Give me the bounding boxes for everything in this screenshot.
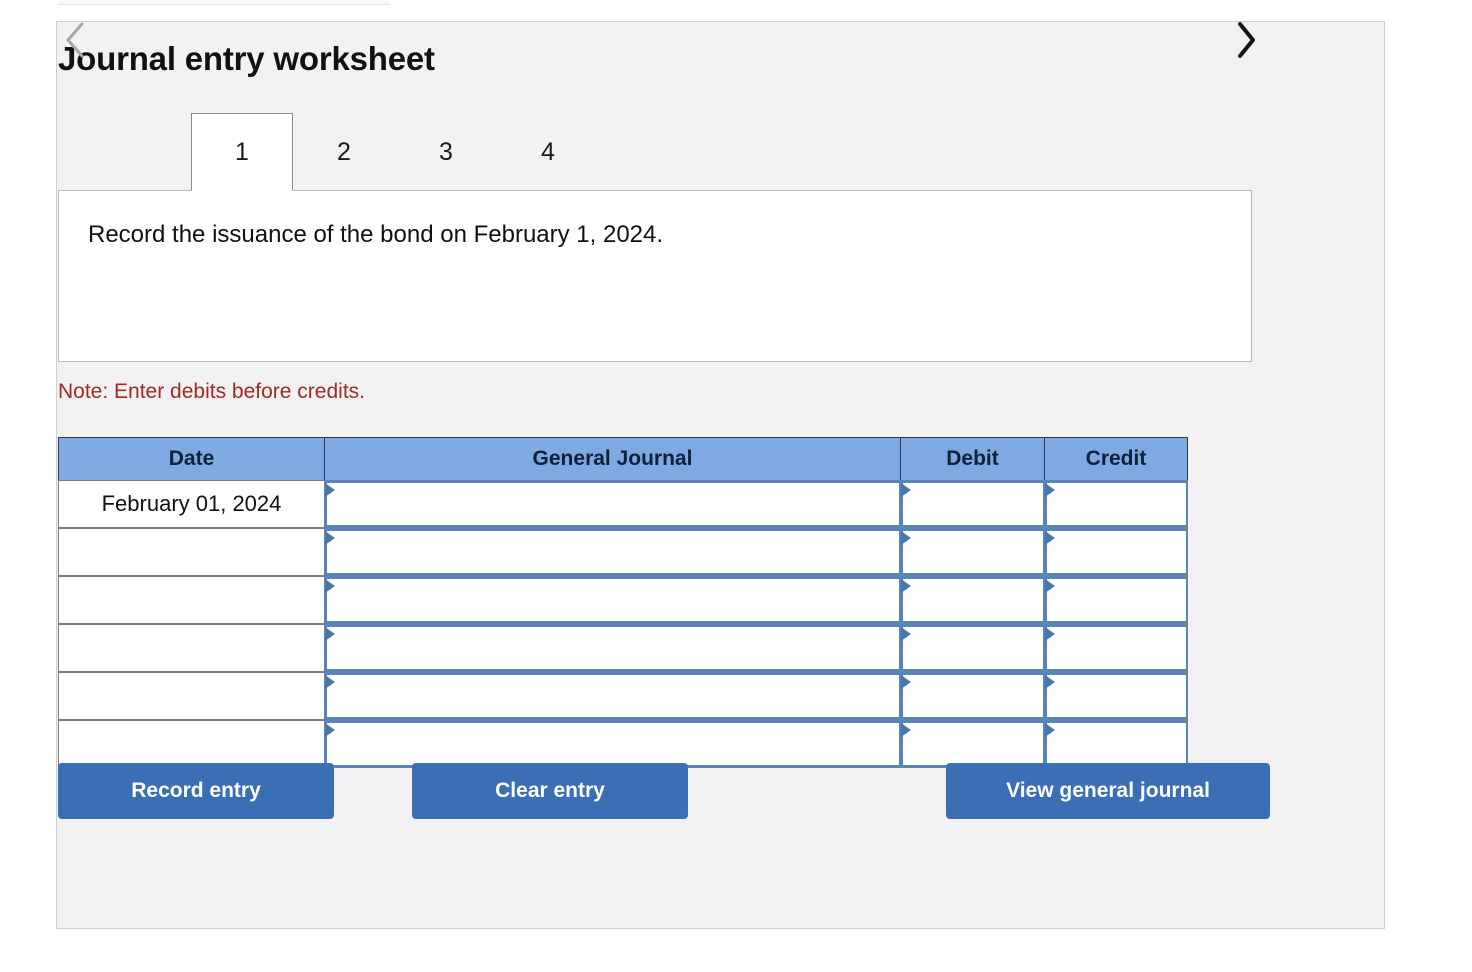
dropdown-triangle-icon — [325, 579, 335, 593]
general-journal-input-1[interactable] — [324, 480, 901, 528]
tab-3-label: 3 — [439, 137, 453, 166]
general-journal-input-3[interactable] — [324, 576, 901, 624]
general-journal-input-2[interactable] — [324, 528, 901, 576]
general-journal-input-6[interactable] — [324, 720, 901, 768]
record-entry-button[interactable]: Record entry — [58, 763, 334, 819]
dropdown-triangle-icon — [901, 675, 911, 689]
dropdown-triangle-icon — [1045, 675, 1055, 689]
chevron-right-icon[interactable] — [1229, 18, 1263, 62]
credit-field-2[interactable] — [1047, 531, 1186, 573]
general-journal-field-6[interactable] — [327, 723, 899, 765]
page-title: Journal entry worksheet — [58, 40, 435, 77]
view-general-journal-button[interactable]: View general journal — [946, 763, 1270, 819]
date-cell-4[interactable] — [58, 624, 325, 672]
debit-input-4[interactable] — [900, 624, 1045, 672]
debit-input-1[interactable] — [900, 480, 1045, 528]
dropdown-triangle-icon — [1045, 579, 1055, 593]
credit-input-1[interactable] — [1044, 480, 1188, 528]
credit-field-6[interactable] — [1047, 723, 1186, 765]
journal-entry-table: Date General Journal Debit Credit Februa… — [58, 437, 1191, 769]
table-row — [58, 624, 1191, 673]
clear-entry-button[interactable]: Clear entry — [412, 763, 688, 819]
dropdown-triangle-icon — [901, 579, 911, 593]
debit-input-5[interactable] — [900, 672, 1045, 720]
general-journal-field-3[interactable] — [327, 579, 899, 621]
dropdown-triangle-icon — [325, 675, 335, 689]
credit-input-4[interactable] — [1044, 624, 1188, 672]
credit-input-3[interactable] — [1044, 576, 1188, 624]
screenshot-root: Journal entry worksheet 1 2 3 4 Record t… — [0, 0, 1472, 972]
debit-field-5[interactable] — [903, 675, 1043, 717]
general-journal-field-1[interactable] — [327, 483, 899, 525]
tab-2[interactable]: 2 — [293, 113, 395, 191]
column-header-general-journal: General Journal — [324, 437, 901, 481]
general-journal-field-5[interactable] — [327, 675, 899, 717]
credit-input-2[interactable] — [1044, 528, 1188, 576]
cut-off-element-above — [58, 0, 390, 5]
tab-2-label: 2 — [337, 137, 351, 166]
debits-before-credits-note: Note: Enter debits before credits. — [58, 380, 365, 403]
debit-field-6[interactable] — [903, 723, 1043, 765]
debit-field-2[interactable] — [903, 531, 1043, 573]
date-cell-1[interactable]: February 01, 2024 — [58, 480, 325, 528]
tab-4-label: 4 — [541, 137, 555, 166]
dropdown-triangle-icon — [325, 723, 335, 737]
dropdown-triangle-icon — [901, 531, 911, 545]
general-journal-input-5[interactable] — [324, 672, 901, 720]
dropdown-triangle-icon — [1045, 483, 1055, 497]
table-body: February 01, 2024 — [58, 480, 1191, 769]
tab-4[interactable]: 4 — [497, 113, 599, 191]
table-row — [58, 672, 1191, 721]
dropdown-triangle-icon — [1045, 531, 1055, 545]
debit-input-6[interactable] — [900, 720, 1045, 768]
dropdown-triangle-icon — [325, 531, 335, 545]
date-cell-6[interactable] — [58, 720, 325, 768]
column-header-date: Date — [58, 437, 325, 481]
date-cell-3[interactable] — [58, 576, 325, 624]
date-cell-5[interactable] — [58, 672, 325, 720]
dropdown-triangle-icon — [1045, 723, 1055, 737]
credit-input-6[interactable] — [1044, 720, 1188, 768]
debit-field-1[interactable] — [903, 483, 1043, 525]
worksheet-tabs: 1 2 3 4 — [58, 113, 1271, 191]
credit-field-4[interactable] — [1047, 627, 1186, 669]
column-header-credit: Credit — [1044, 437, 1188, 481]
dropdown-triangle-icon — [901, 723, 911, 737]
dropdown-triangle-icon — [901, 627, 911, 641]
chevron-left-icon[interactable] — [58, 18, 92, 62]
table-row — [58, 720, 1191, 769]
debit-field-4[interactable] — [903, 627, 1043, 669]
credit-field-1[interactable] — [1047, 483, 1186, 525]
column-header-debit: Debit — [900, 437, 1045, 481]
dropdown-triangle-icon — [325, 627, 335, 641]
tab-1[interactable]: 1 — [191, 113, 293, 191]
general-journal-field-2[interactable] — [327, 531, 899, 573]
dropdown-triangle-icon — [1045, 627, 1055, 641]
table-row — [58, 576, 1191, 625]
dropdown-triangle-icon — [901, 483, 911, 497]
general-journal-input-4[interactable] — [324, 624, 901, 672]
general-journal-field-4[interactable] — [327, 627, 899, 669]
debit-input-2[interactable] — [900, 528, 1045, 576]
debit-field-3[interactable] — [903, 579, 1043, 621]
credit-input-5[interactable] — [1044, 672, 1188, 720]
tab-1-label: 1 — [235, 137, 249, 166]
credit-field-3[interactable] — [1047, 579, 1186, 621]
debit-input-3[interactable] — [900, 576, 1045, 624]
table-row: February 01, 2024 — [58, 480, 1191, 529]
credit-field-5[interactable] — [1047, 675, 1186, 717]
requirement-prompt: Record the issuance of the bond on Febru… — [88, 221, 664, 248]
table-row — [58, 528, 1191, 577]
table-header-row: Date General Journal Debit Credit — [58, 437, 1191, 481]
dropdown-triangle-icon — [325, 483, 335, 497]
tab-content-panel: Record the issuance of the bond on Febru… — [58, 190, 1252, 362]
date-cell-2[interactable] — [58, 528, 325, 576]
tab-3[interactable]: 3 — [395, 113, 497, 191]
